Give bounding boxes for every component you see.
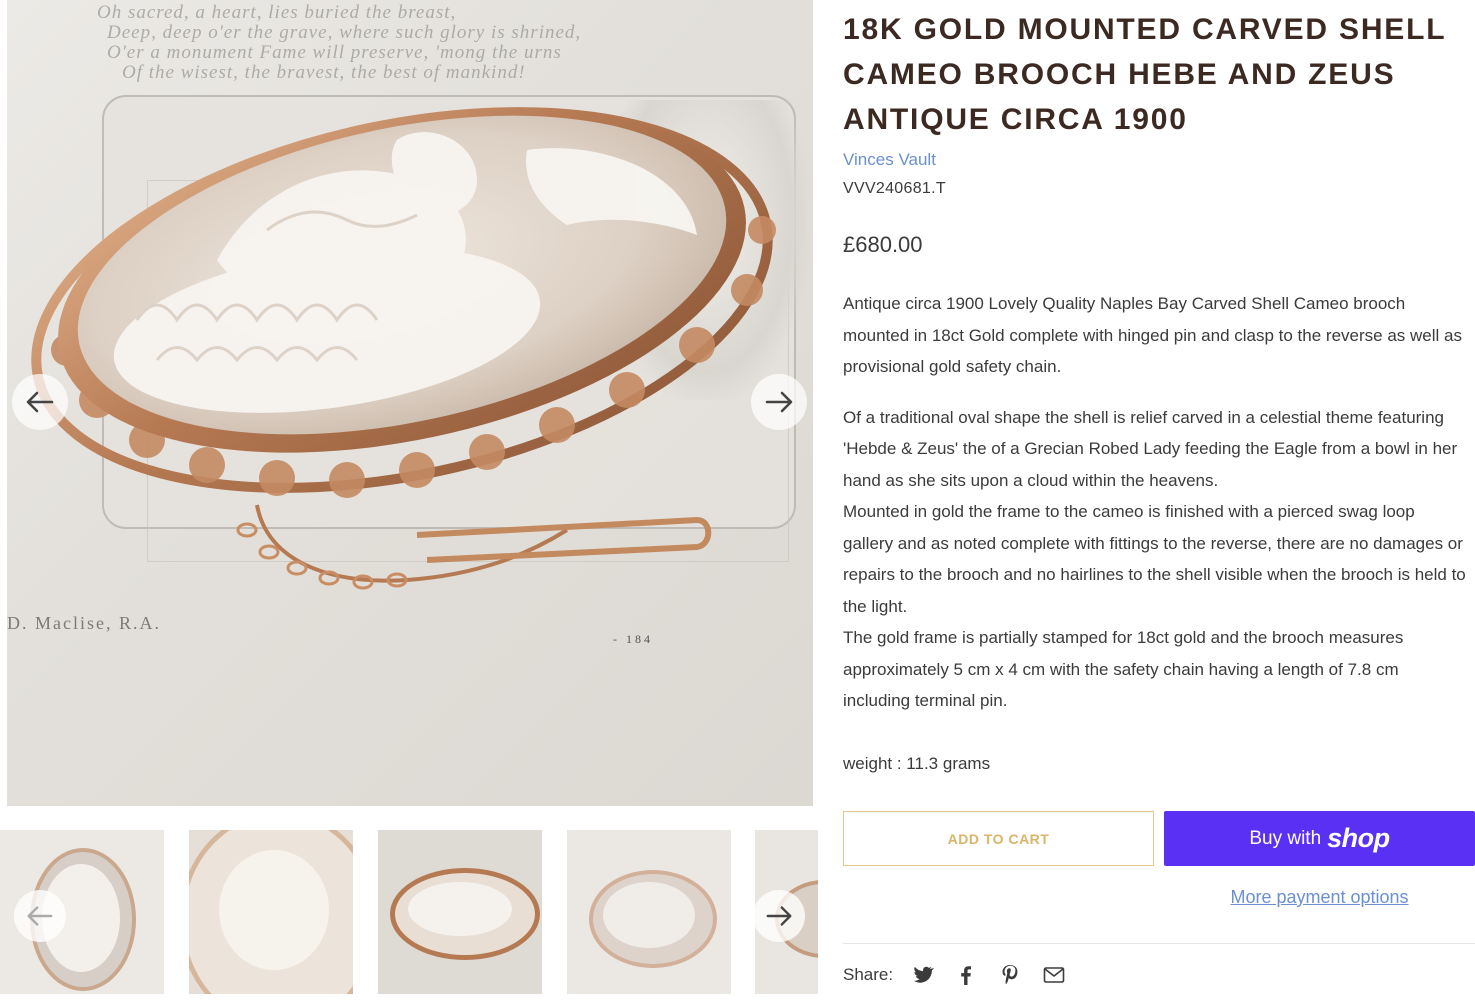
thumbnails-next-button[interactable] [753,890,805,942]
product-price: £680.00 [843,232,923,257]
brooch-illustration [31,107,776,590]
email-icon[interactable] [1041,962,1067,988]
thumbnail-2[interactable] [189,830,353,994]
description-paragraph: Antique circa 1900 Lovely Quality Naples… [843,294,1462,376]
product-info: 18K GOLD MOUNTED CARVED SHELL CAMEO BROO… [843,0,1468,779]
facebook-icon[interactable] [953,962,979,988]
product-main-image[interactable]: Oh sacred, a heart, lies buried the brea… [7,0,813,806]
thumbnail-3-active[interactable] [378,830,542,994]
product-weight: weight : 11.3 grams [843,753,991,773]
more-payment-options-link[interactable]: More payment options [1164,887,1475,908]
product-sku: VVV240681.T [843,180,946,197]
add-to-cart-button[interactable]: ADD TO CART [843,811,1154,866]
arrow-left-icon [26,391,54,413]
gallery-next-button[interactable] [751,374,807,430]
description-paragraph: Of a traditional oval shape the shell is… [843,407,1458,490]
buy-with-shop-pay-button[interactable]: Buy with shop [1164,811,1475,866]
shop-pay-logo: shop [1327,823,1390,853]
thumbnails-prev-button[interactable] [14,890,66,942]
product-title: 18K GOLD MOUNTED CARVED SHELL CAMEO BROO… [843,13,1446,136]
vendor-link[interactable]: Vinces Vault [843,150,1468,170]
paper-caption: D. Maclise, R.A. [7,613,161,633]
share-bar: Share: [843,962,1085,988]
arrow-right-icon [766,906,792,926]
thumbnail-strip [0,830,818,995]
product-description: Antique circa 1900 Lovely Quality Naples… [843,288,1468,779]
divider [843,943,1475,944]
pinterest-icon[interactable] [997,962,1023,988]
paper-caption: - 184 [613,632,653,646]
thumbnail-4[interactable] [567,830,731,994]
gallery-prev-button[interactable] [12,374,68,430]
twitter-icon[interactable] [909,962,935,988]
arrow-right-icon [765,391,793,413]
description-paragraph: The gold frame is partially stamped for … [843,628,1404,710]
description-paragraph: Mounted in gold the frame to the cameo i… [843,502,1466,616]
share-label: Share: [843,965,894,984]
arrow-left-icon [27,906,53,926]
buy-with-label: Buy with [1249,827,1322,849]
